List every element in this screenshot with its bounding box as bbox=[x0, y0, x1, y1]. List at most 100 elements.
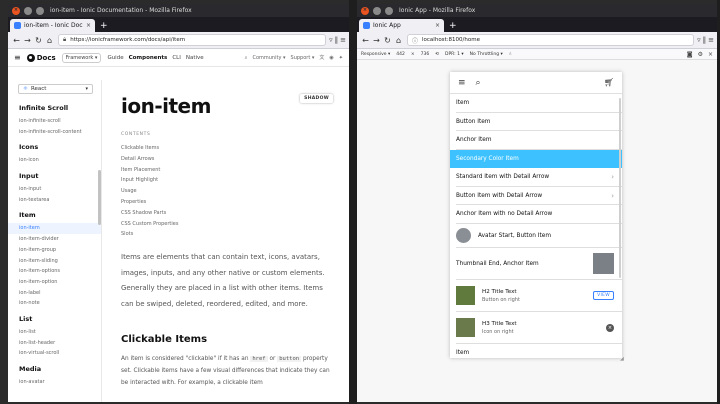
nav-community[interactable]: Community ▾ bbox=[252, 55, 285, 61]
search-icon[interactable]: ⌕ bbox=[476, 78, 481, 88]
translate-icon[interactable]: 文 bbox=[319, 54, 324, 61]
sidebar-item-ion-item-option[interactable]: ion-item-option bbox=[8, 277, 101, 288]
list-item[interactable]: Secondary Color Item bbox=[450, 149, 622, 168]
forward-icon[interactable]: → bbox=[371, 35, 382, 46]
window-minimize-button[interactable] bbox=[24, 6, 32, 15]
search-icon[interactable]: ⌕ bbox=[245, 55, 248, 61]
sidebar-heading: Icons bbox=[19, 143, 39, 152]
nav-cli[interactable]: CLI bbox=[172, 55, 181, 61]
window-maximize-button[interactable] bbox=[36, 6, 44, 15]
framework-select[interactable]: Framework ▾ bbox=[61, 52, 102, 63]
menu-icon[interactable]: ≡ bbox=[458, 78, 466, 88]
url-bar[interactable]: ⓘ localhost:8100/home bbox=[407, 34, 695, 46]
toc-link[interactable]: Slots bbox=[121, 229, 349, 240]
viewport-height-input[interactable]: 736 bbox=[421, 52, 430, 57]
sidebar-scrollbar[interactable] bbox=[98, 170, 101, 225]
url-bar[interactable]: 🔒︎ https://ionicframework.com/docs/api/i… bbox=[58, 34, 327, 46]
window-close-button[interactable]: × bbox=[12, 6, 20, 15]
sidebar-item-ion-item-divider[interactable]: ion-item-divider bbox=[8, 234, 101, 245]
framework-dropdown[interactable]: ⚛ React ▾ bbox=[18, 84, 93, 94]
back-icon[interactable]: ← bbox=[11, 35, 22, 46]
dpr-select[interactable]: DPR: 1 ▾ bbox=[445, 52, 464, 57]
reload-icon[interactable]: ↻ bbox=[33, 35, 44, 46]
new-tab-icon[interactable]: + bbox=[100, 21, 108, 31]
tab-close-icon[interactable]: × bbox=[435, 22, 440, 29]
home-icon[interactable]: ⌂ bbox=[393, 35, 404, 46]
twitter-icon[interactable]: ✦ bbox=[339, 55, 343, 61]
close-circle-icon[interactable]: × bbox=[606, 323, 614, 332]
sidebar-item-ion-avatar[interactable]: ion-avatar bbox=[8, 377, 101, 388]
sidebar-item-ion-note[interactable]: ion-note bbox=[8, 298, 101, 309]
settings-icon[interactable]: ⚙ bbox=[698, 51, 703, 58]
device-scrollbar[interactable] bbox=[619, 98, 621, 278]
list-item[interactable]: Button Item bbox=[450, 113, 622, 132]
toc-link[interactable]: Usage bbox=[121, 186, 349, 197]
library-icon[interactable]: ‖ bbox=[335, 36, 339, 44]
list-item[interactable]: Thumbnail End, Anchor Item bbox=[450, 248, 622, 280]
window-maximize-button[interactable] bbox=[385, 6, 393, 15]
pocket-icon[interactable]: ▿ bbox=[697, 36, 701, 44]
screenshot-icon[interactable]: ◙ bbox=[687, 51, 693, 58]
viewport-width-input[interactable]: 442 bbox=[396, 52, 405, 57]
nav-components[interactable]: Components bbox=[129, 55, 168, 61]
throttle-select[interactable]: No Throttling ▾ bbox=[470, 52, 503, 57]
list-item[interactable]: Item bbox=[450, 344, 622, 359]
sidebar-item-ion-item-group[interactable]: ion-item-group bbox=[8, 245, 101, 256]
toc-link[interactable]: Item Placement bbox=[121, 165, 349, 176]
menu-icon[interactable]: ≡ bbox=[340, 36, 346, 44]
toc-link[interactable]: Clickable Items bbox=[121, 143, 349, 154]
sidebar-item-ion-label[interactable]: ion-label bbox=[8, 288, 101, 299]
list-item[interactable]: H2 Title Text Button on right VIEW bbox=[450, 280, 622, 312]
touch-icon[interactable]: ☝ bbox=[509, 52, 512, 57]
docs-logo[interactable]: Docs bbox=[26, 53, 56, 62]
sidebar-item-ion-infinite-scroll-content[interactable]: ion-infinite-scroll-content bbox=[8, 127, 101, 138]
new-tab-icon[interactable]: + bbox=[449, 21, 457, 31]
list-item[interactable]: H3 Title Text Icon on right × bbox=[450, 312, 622, 344]
close-rdm-icon[interactable]: × bbox=[708, 51, 713, 58]
list-item[interactable]: Item bbox=[450, 94, 622, 113]
toc-link[interactable]: Input Highlight bbox=[121, 175, 349, 186]
nav-native[interactable]: Native bbox=[186, 55, 204, 61]
back-icon[interactable]: ← bbox=[360, 35, 371, 46]
sidebar-item-ion-textarea[interactable]: ion-textarea bbox=[8, 195, 101, 206]
hamburger-icon[interactable]: ≡ bbox=[14, 53, 21, 62]
reload-icon[interactable]: ↻ bbox=[382, 35, 393, 46]
list-item[interactable]: Standard Item with Detail Arrow › bbox=[450, 168, 622, 187]
sidebar-item-ion-item[interactable]: ion-item bbox=[8, 223, 101, 235]
sidebar-item-ion-list-header[interactable]: ion-list-header bbox=[8, 338, 101, 349]
nav-support[interactable]: Support ▾ bbox=[291, 55, 315, 61]
tab-close-icon[interactable]: × bbox=[86, 22, 91, 29]
sidebar-item-ion-list[interactable]: ion-list bbox=[8, 327, 101, 338]
sidebar-item-ion-item-options[interactable]: ion-item-options bbox=[8, 266, 101, 277]
toc-link[interactable]: CSS Custom Properties bbox=[121, 219, 349, 230]
browser-tab[interactable]: ion-item - Ionic Docume × bbox=[10, 19, 95, 32]
sidebar-item-ion-icon[interactable]: ion-icon bbox=[8, 155, 101, 166]
window-minimize-button[interactable] bbox=[373, 6, 381, 15]
toc-link[interactable]: Detail Arrows bbox=[121, 154, 349, 165]
forward-icon[interactable]: → bbox=[22, 35, 33, 46]
view-button[interactable]: VIEW bbox=[593, 291, 614, 300]
window-close-button[interactable]: × bbox=[361, 6, 369, 15]
resize-handle-icon[interactable]: ◢ bbox=[620, 356, 624, 362]
github-icon[interactable]: ◉ bbox=[329, 55, 333, 61]
list-item[interactable]: Button Item with Detail Arrow › bbox=[450, 187, 622, 206]
home-icon[interactable]: ⌂ bbox=[44, 35, 55, 46]
sidebar-item-ion-input[interactable]: ion-input bbox=[8, 184, 101, 195]
pocket-icon[interactable]: ▿ bbox=[329, 36, 333, 44]
toc-link[interactable]: CSS Shadow Parts bbox=[121, 208, 349, 219]
sidebar-item-ion-item-sliding[interactable]: ion-item-sliding bbox=[8, 256, 101, 267]
menu-icon[interactable]: ≡ bbox=[708, 36, 714, 44]
library-icon[interactable]: ‖ bbox=[703, 36, 707, 44]
list-item[interactable]: Avatar Start, Button Item bbox=[450, 224, 622, 248]
nav-guide[interactable]: Guide bbox=[107, 55, 123, 61]
sidebar-item-ion-virtual-scroll[interactable]: ion-virtual-scroll bbox=[8, 348, 101, 359]
toc-link[interactable]: Properties bbox=[121, 197, 349, 208]
shadow-toggle-button[interactable]: SHADOW bbox=[300, 94, 333, 103]
cart-icon[interactable]: 🛒︎ bbox=[604, 78, 614, 87]
device-select[interactable]: Responsive ▾ bbox=[361, 52, 390, 57]
rotate-icon[interactable]: ⟲ bbox=[435, 52, 439, 57]
list-item[interactable]: Anchor Item bbox=[450, 131, 622, 150]
list-item[interactable]: Anchor Item with no Detail Arrow bbox=[450, 205, 622, 224]
browser-tab[interactable]: Ionic App × bbox=[359, 19, 444, 32]
sidebar-item-ion-infinite-scroll[interactable]: ion-infinite-scroll bbox=[8, 116, 101, 127]
